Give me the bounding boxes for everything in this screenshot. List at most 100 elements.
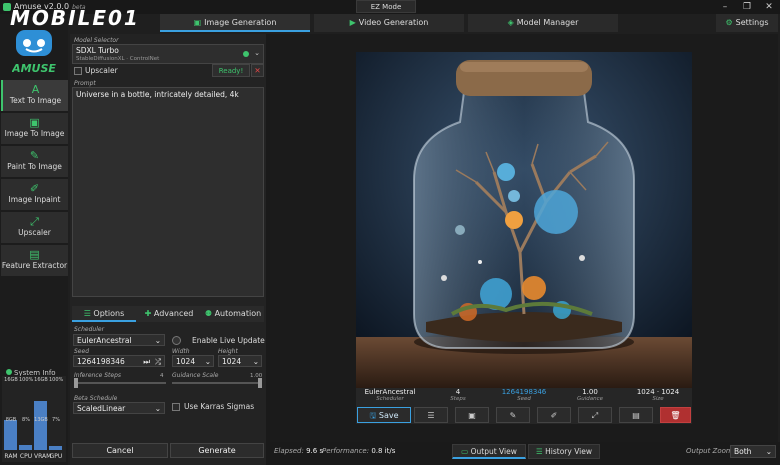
- meta-label: Steps: [450, 396, 466, 402]
- guidance-slider-handle[interactable]: [258, 378, 262, 388]
- model-pipeline: StableDiffusionXL · ControlNet: [76, 56, 160, 62]
- model-name: SDXL Turbo: [76, 46, 119, 55]
- settings-label: Settings: [735, 18, 769, 27]
- chevron-down-icon: ⌄: [252, 357, 259, 366]
- karras-label: Use Karras Sigmas: [184, 402, 255, 411]
- upscaler-remove-icon[interactable]: ✕: [251, 64, 264, 77]
- width-select[interactable]: 1024 ⌄: [172, 355, 214, 367]
- prompt-label: Prompt: [74, 80, 96, 87]
- height-select[interactable]: 1024 ⌄: [218, 355, 262, 367]
- sysinfo-used: 13GB: [34, 417, 48, 423]
- puzzle-icon: ✚: [144, 309, 152, 318]
- steps-slider-handle[interactable]: [74, 378, 78, 388]
- sidebar-item-paint-to-image[interactable]: ✎ Paint To Image: [1, 146, 68, 177]
- output-view-label: Output View: [470, 447, 517, 456]
- tab-advanced[interactable]: ✚ Advanced: [138, 306, 200, 322]
- restore-icon[interactable]: ❐: [740, 1, 754, 13]
- minimize-icon[interactable]: –: [718, 1, 732, 13]
- beta-schedule-select[interactable]: ScaledLinear ⌄: [73, 402, 165, 414]
- elapsed-value: 9.6 s: [306, 447, 324, 455]
- prompt-input[interactable]: Universe in a bottle, intricately detail…: [72, 87, 264, 297]
- settings-button[interactable]: ⚙ Settings: [716, 14, 778, 32]
- details-icon[interactable]: ☰: [414, 407, 448, 423]
- steps-slider[interactable]: [74, 382, 166, 384]
- output-view-button[interactable]: ▭ Output View: [452, 444, 526, 459]
- meta-seed[interactable]: 1264198346 Seed: [490, 388, 558, 402]
- sysinfo-label: CPU: [19, 453, 33, 460]
- video-icon: ▶: [349, 18, 356, 27]
- tab-video-generation[interactable]: ▶ Video Generation: [314, 14, 464, 32]
- sidebar-item-image-to-image[interactable]: ▣ Image To Image: [1, 113, 68, 144]
- sysinfo-total: 16GB: [4, 377, 18, 383]
- scheduler-select[interactable]: EulerAncestral ⌄: [73, 334, 165, 346]
- zoom-select[interactable]: Both ⌄: [730, 445, 776, 458]
- performance-label: Performance:: [322, 447, 370, 455]
- chevron-down-icon: ⌄: [154, 336, 161, 345]
- send-to-paint-icon[interactable]: ✎: [496, 407, 530, 423]
- save-label: Save: [378, 411, 399, 420]
- beta-schedule-value: ScaledLinear: [77, 404, 126, 413]
- model-selector[interactable]: SDXL Turbo StableDiffusionXL · ControlNe…: [72, 44, 264, 64]
- guidance-slider[interactable]: [172, 382, 262, 384]
- sidebar-item-text-to-image[interactable]: A Text To Image: [1, 80, 68, 111]
- sysinfo-total: 16GB: [34, 377, 48, 383]
- seed-value: 1264198346: [77, 357, 125, 366]
- tab-automation[interactable]: ⚉ Automation: [202, 306, 264, 322]
- close-icon[interactable]: ✕: [762, 1, 776, 13]
- amuse-logo: AMUSE: [12, 30, 56, 75]
- seed-input[interactable]: 1264198346 ⏭ ⤮: [73, 355, 165, 367]
- performance-status: Performance: 0.8 it/s: [322, 447, 395, 455]
- model-selector-label: Model Selector: [74, 37, 119, 44]
- sidebar-item-feature-extractor[interactable]: ▤ Feature Extractor: [1, 245, 68, 276]
- paint-icon: ✎: [29, 149, 40, 162]
- sidebar-item-label: Image Inpaint: [8, 195, 61, 204]
- meta-value: 1264198346: [501, 388, 547, 396]
- generate-button[interactable]: Generate: [170, 443, 264, 458]
- sysinfo-used: 7%: [52, 417, 60, 423]
- delete-icon[interactable]: 🗑: [660, 407, 691, 423]
- save-icon: 🖫: [369, 411, 377, 420]
- sysinfo-bar-vram: [34, 401, 47, 450]
- info-icon: [6, 369, 12, 375]
- save-button[interactable]: 🖫 Save: [357, 407, 411, 423]
- generated-image[interactable]: [356, 52, 692, 388]
- sidebar-item-image-inpaint[interactable]: ✐ Image Inpaint: [1, 179, 68, 210]
- chevron-down-icon: ⌄: [204, 357, 211, 366]
- live-update-toggle[interactable]: [172, 336, 181, 345]
- steps-label: Inference Steps: [74, 372, 122, 379]
- tab-image-generation[interactable]: ▣ Image Generation: [160, 14, 310, 32]
- sysinfo-bar-ram: [4, 420, 17, 450]
- send-to-extractor-icon[interactable]: ▤: [619, 407, 653, 423]
- send-to-inpaint-icon[interactable]: ✐: [537, 407, 571, 423]
- tab-label: Video Generation: [358, 18, 429, 27]
- shuffle-icon[interactable]: ⤮: [155, 356, 161, 367]
- watermark: MOBILE01: [10, 6, 140, 30]
- live-update-label: Enable Live Update: [192, 336, 265, 345]
- step-icon[interactable]: ⏭: [143, 356, 150, 367]
- tab-options[interactable]: ☰ Options: [72, 306, 136, 322]
- cancel-button[interactable]: Cancel: [72, 443, 168, 458]
- meta-label: Guidance: [576, 396, 604, 402]
- tab-model-manager[interactable]: ◈ Model Manager: [468, 14, 618, 32]
- elapsed-label: Elapsed:: [274, 447, 304, 455]
- inpaint-icon: ✐: [29, 182, 40, 195]
- ez-mode-button[interactable]: EZ Mode: [356, 0, 416, 13]
- robot-icon: ⚉: [204, 309, 213, 318]
- performance-value: 0.8 it/s: [371, 447, 396, 455]
- karras-checkbox[interactable]: [172, 403, 180, 411]
- sysinfo-used: 8GB: [5, 417, 17, 423]
- send-to-upscaler-icon[interactable]: ⤢: [578, 407, 612, 423]
- gear-icon: ⚙: [725, 18, 733, 27]
- upscaler-checkbox[interactable]: [74, 67, 82, 75]
- meta-label: Seed: [517, 396, 531, 402]
- scheduler-label: Scheduler: [74, 326, 105, 333]
- list-icon: ☰: [536, 447, 543, 456]
- history-view-button[interactable]: ☰ History View: [528, 444, 600, 459]
- send-to-image-icon[interactable]: ▣: [455, 407, 489, 423]
- scheduler-value: EulerAncestral: [77, 336, 132, 345]
- sidebar-item-upscaler[interactable]: ⤢ Upscaler: [1, 212, 68, 243]
- sysinfo-total: 100%: [49, 377, 64, 383]
- upscale-icon: ⤢: [30, 215, 39, 228]
- chevron-down-icon: ⌄: [254, 49, 260, 57]
- tab-label: Advanced: [153, 309, 194, 318]
